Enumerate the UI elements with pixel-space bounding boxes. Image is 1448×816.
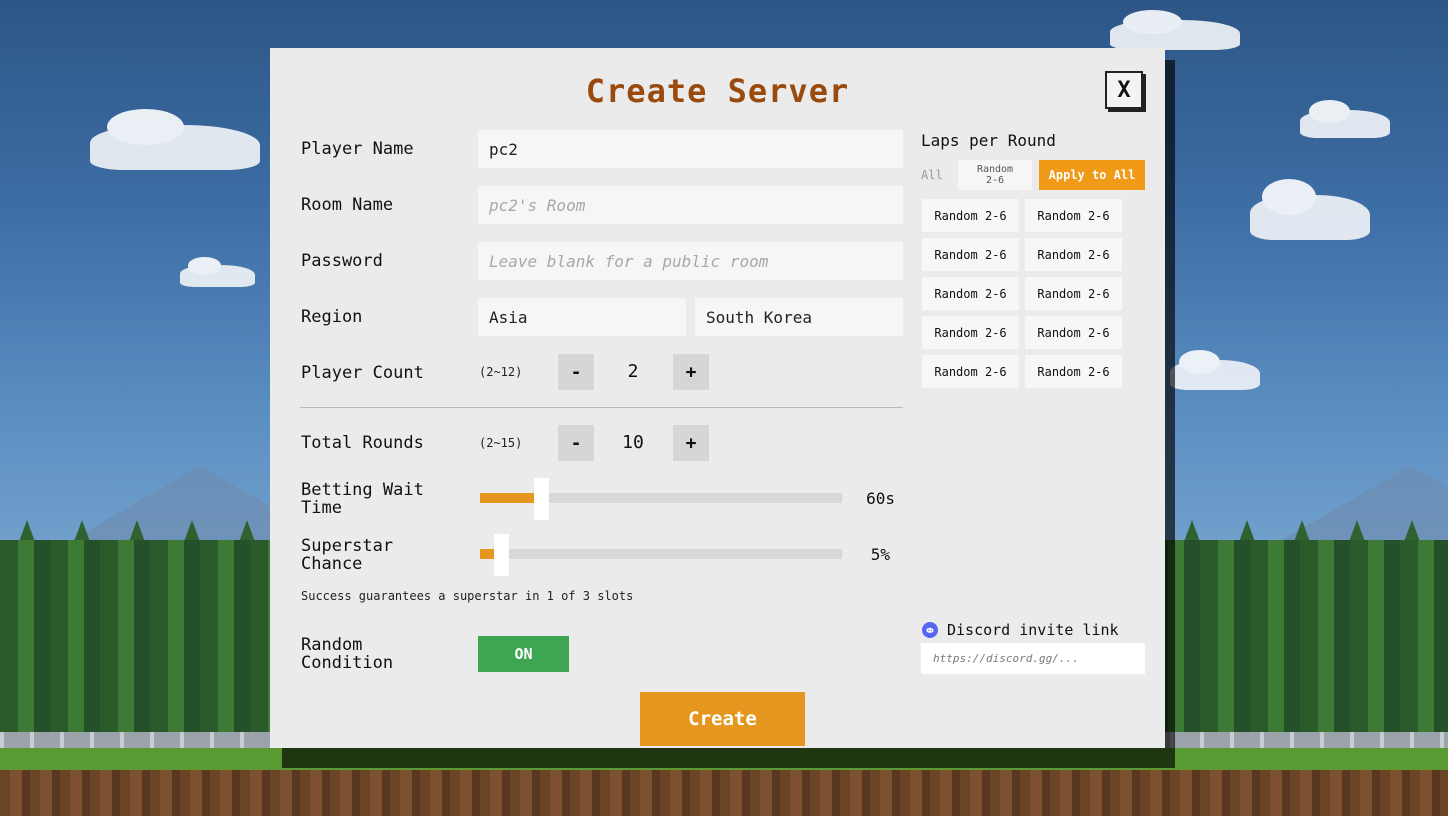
region-label: Region [301,307,363,327]
cloud [1170,349,1260,390]
random-condition-toggle[interactable]: ON [478,636,569,672]
cloud [90,109,260,170]
total-rounds-label: Total Rounds [301,433,424,453]
superstar-value: 5% [870,545,890,564]
discord-invite-text: Discord invite link [947,621,1119,639]
laps-random-chip-line2: 2-6 [985,175,1005,186]
betting-wait-label: Betting Wait Time [301,481,424,517]
laps-random-chip-line1: Random [976,164,1014,175]
cloud [1110,9,1240,50]
laps-all-label: All [921,168,943,182]
betting-wait-slider[interactable] [480,478,842,520]
region-country-select[interactable]: South Korea [695,298,903,336]
discord-invite-label: Discord invite link [922,621,1119,639]
dirt-ground [0,770,1448,816]
apply-to-all-button[interactable]: Apply to All [1039,160,1145,190]
betting-wait-label-line1: Betting Wait [301,480,424,500]
dialog-title: Create Server [585,72,850,110]
random-condition-label: Random Condition [301,636,393,672]
lap-round-2-select[interactable]: Random 2-6 [1025,199,1122,232]
room-name-field[interactable] [478,186,903,224]
superstar-label-line1: Superstar [301,536,394,556]
room-name-label: Room Name [301,195,394,215]
total-rounds-decrement-button[interactable]: - [558,425,594,461]
player-name-label: Player Name [301,139,414,159]
room-name-input[interactable] [489,186,903,224]
region-continent-select[interactable]: Asia [478,298,686,336]
lap-round-1-select[interactable]: Random 2-6 [922,199,1019,232]
cloud [180,257,255,287]
superstar-slider[interactable] [480,534,842,576]
superstar-label: Superstar Chance [301,537,393,573]
total-rounds-value: 10 [622,432,644,453]
lap-round-3-select[interactable]: Random 2-6 [922,238,1019,271]
password-field[interactable] [478,242,903,280]
total-rounds-range: (2~15) [479,436,523,450]
player-count-range: (2~12) [479,365,523,379]
player-count-decrement-button[interactable]: - [558,354,594,390]
lap-round-9-select[interactable]: Random 2-6 [922,355,1019,388]
superstar-label-line2: Chance [301,554,363,574]
password-input[interactable] [489,242,903,280]
close-button[interactable]: X [1105,71,1143,109]
lap-round-8-select[interactable]: Random 2-6 [1025,316,1122,349]
player-count-value: 2 [627,361,639,382]
create-button[interactable]: Create [640,692,805,746]
player-name-field[interactable] [478,130,903,168]
betting-wait-slider-handle[interactable] [534,478,549,520]
random-condition-label-line2: Condition [301,653,394,673]
betting-wait-label-line2: Time [301,498,342,518]
cloud [1300,100,1390,138]
betting-wait-value: 60s [866,489,895,508]
discord-invite-field[interactable] [921,643,1145,674]
password-label: Password [301,251,383,271]
lap-round-7-select[interactable]: Random 2-6 [922,316,1019,349]
total-rounds-increment-button[interactable]: + [673,425,709,461]
discord-invite-input[interactable] [931,651,1145,666]
player-count-label: Player Count [301,363,424,383]
superstar-note: Success guarantees a superstar in 1 of 3… [301,589,634,603]
random-condition-label-line1: Random [301,635,363,655]
divider [300,407,903,408]
lap-round-5-select[interactable]: Random 2-6 [922,277,1019,310]
betting-wait-slider-fill [480,493,538,503]
lap-round-4-select[interactable]: Random 2-6 [1025,238,1122,271]
superstar-slider-handle[interactable] [494,534,509,576]
close-icon: X [1117,77,1131,103]
player-count-increment-button[interactable]: + [673,354,709,390]
lap-round-6-select[interactable]: Random 2-6 [1025,277,1122,310]
discord-icon [922,622,938,638]
player-name-input[interactable] [489,130,903,168]
laps-all-random-select[interactable]: Random 2-6 [958,160,1032,190]
lap-round-10-select[interactable]: Random 2-6 [1025,355,1122,388]
laps-per-round-title: Laps per Round [921,131,1056,150]
cloud [1250,179,1370,240]
